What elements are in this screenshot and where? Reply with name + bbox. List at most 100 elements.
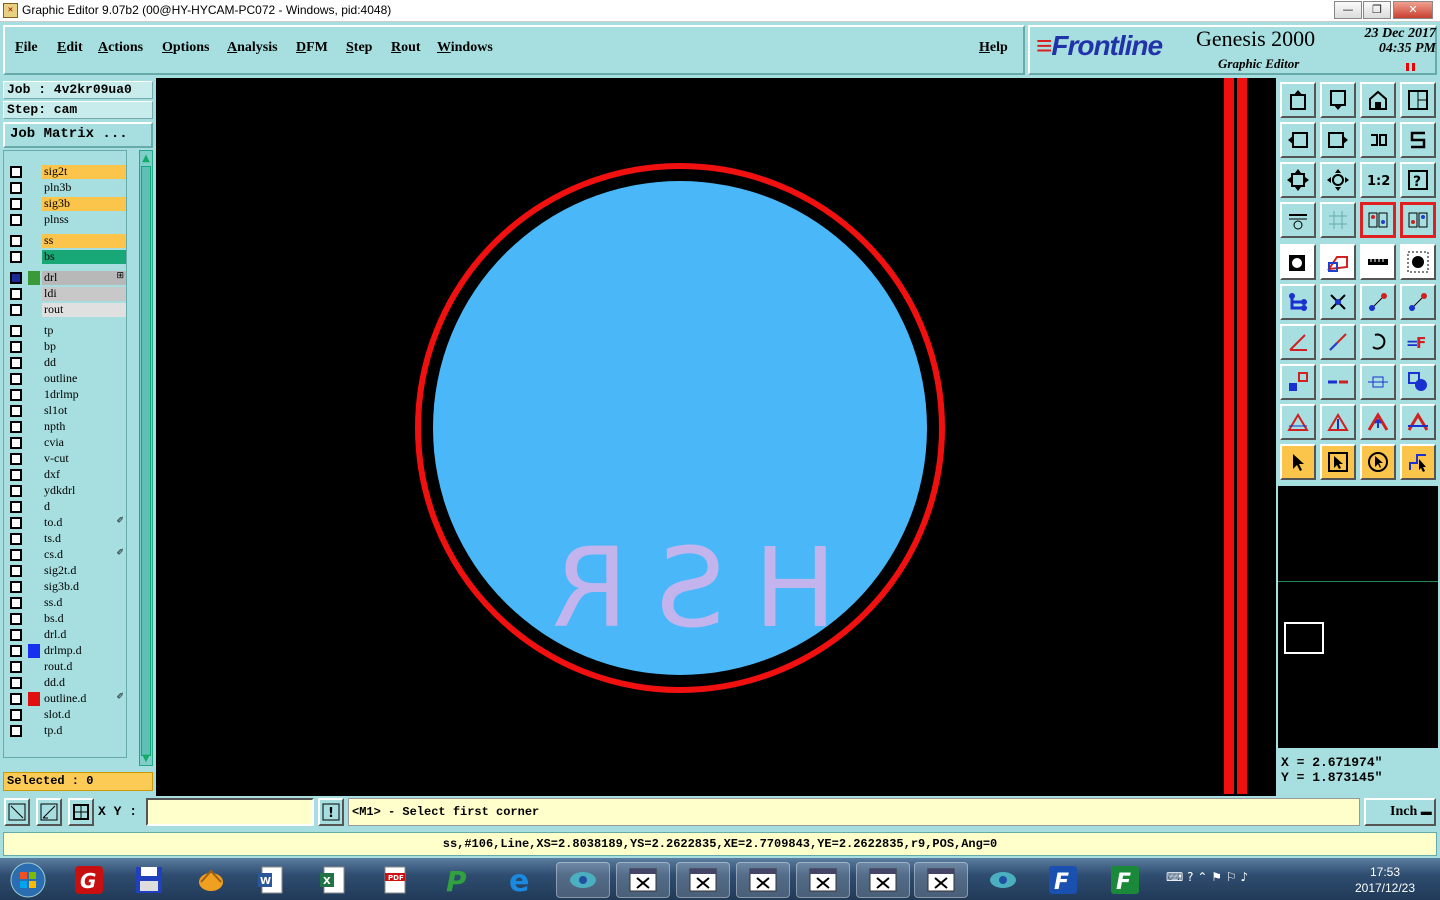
taskbar-ie-icon[interactable]: e [494,862,548,898]
layer-checkbox[interactable] [10,501,22,513]
layer-checkbox[interactable] [10,357,22,369]
layer-checkbox[interactable] [10,325,22,337]
ruler-icon[interactable] [1360,244,1396,280]
layer-checkbox[interactable] [10,373,22,385]
layer-checkbox[interactable] [10,389,22,401]
layer-row[interactable]: slot.d [6,708,126,722]
menu-options[interactable]: Options [162,40,209,56]
layer-row[interactable]: tp.d [6,724,126,738]
layer-name[interactable]: dd [42,356,126,370]
select-circle-icon[interactable] [1360,444,1396,480]
zoom-area-icon[interactable] [36,798,62,826]
layer-name[interactable]: pln3b [42,181,126,195]
layer-name[interactable]: drlmp.d [42,644,126,658]
layer-checkbox[interactable] [10,421,22,433]
layer-checkbox[interactable] [10,661,22,673]
layer-name[interactable]: sig2t [42,165,126,179]
layer-checkbox[interactable] [10,235,22,247]
taskbar-window-1-icon[interactable] [616,862,670,898]
layer-name[interactable]: ss.d [42,596,126,610]
home-icon[interactable] [1360,82,1396,118]
slope-line-icon[interactable] [1320,324,1356,360]
taskbar-eye-app-2-icon[interactable] [976,862,1030,898]
layer-name[interactable]: bp [42,340,126,354]
layer-row[interactable]: ydkdrl [6,484,126,498]
menu-step[interactable]: Step [346,40,372,56]
line-add-icon[interactable] [1360,284,1396,320]
menu-analysis[interactable]: Analysis [227,40,278,56]
snap-icon[interactable] [1400,122,1436,158]
layer-checkbox[interactable] [10,453,22,465]
line-move-icon[interactable] [1400,284,1436,320]
move-right-icon[interactable] [1320,122,1356,158]
taskbar-window-4-icon[interactable] [796,862,850,898]
network-icon[interactable]: ⚑ [1211,870,1222,884]
layer-row[interactable]: npth [6,420,126,434]
taskbar-word-icon[interactable]: W [244,862,298,898]
layer-checkbox[interactable] [10,549,22,561]
overview-viewport[interactable] [1284,622,1324,654]
layer-checkbox[interactable] [10,597,22,609]
layer-checkbox[interactable] [10,198,22,210]
move-left-icon[interactable] [1280,122,1316,158]
layer-name[interactable]: plnss [42,213,126,227]
layer-checkbox[interactable] [10,629,22,641]
layer-name[interactable]: rout [42,303,126,317]
system-tray[interactable]: ⌨ ? ⌃ ⚑ ⚐ ♪ [1166,870,1248,884]
delete-cross-icon[interactable] [1320,284,1356,320]
unit-selector[interactable]: Inch ▬ [1364,798,1436,826]
taskbar-clock[interactable]: 17:53 2017/12/23 [1350,864,1420,896]
layer-checkbox[interactable] [10,182,22,194]
layer-row[interactable]: ldi [6,287,126,301]
layer-name[interactable]: outline.d [42,692,126,706]
layer-row[interactable]: drlmp.d [6,644,126,658]
scrollbar-thumb[interactable] [141,166,151,756]
overview-map[interactable] [1278,486,1438,748]
layer-name[interactable]: sig2t.d [42,564,126,578]
layer-row[interactable]: sl1ot [6,404,126,418]
taskbar-shell-icon[interactable] [184,862,238,898]
scale-1-2-icon[interactable]: 1:2 [1360,162,1396,198]
layer-checkbox[interactable] [10,533,22,545]
layer-row[interactable]: to.d ✐ [6,516,126,530]
layer-row[interactable]: ts.d [6,532,126,546]
layer-row[interactable]: ss [6,234,126,248]
layer-name[interactable]: dxf [42,468,126,482]
layer-name[interactable]: ldi [42,287,126,301]
layer-row[interactable]: sig2t [6,165,126,179]
layer-name[interactable]: tp.d [42,724,126,738]
layer-name[interactable]: ts.d [42,532,126,546]
layer-row[interactable]: v-cut [6,452,126,466]
layer-row[interactable]: cs.d ✐ [6,548,126,562]
minimize-button[interactable]: — [1334,1,1362,19]
layer-row[interactable]: bs.d [6,612,126,626]
menu-rout[interactable]: Rout [391,40,421,56]
alert-icon[interactable]: ! [318,798,344,826]
text-add-icon[interactable]: = F [1400,324,1436,360]
rotate-icon[interactable] [1360,122,1396,158]
layer-checkbox[interactable] [10,341,22,353]
layer-row[interactable]: bs [6,250,126,264]
help-query-icon[interactable]: ? [1400,162,1436,198]
triangle-base-icon[interactable] [1400,404,1436,440]
layer-name[interactable]: d [42,500,126,514]
layer-checkbox[interactable] [10,565,22,577]
dimension-icon[interactable] [1360,364,1396,400]
zoom-fit-icon[interactable] [1280,162,1316,198]
zoom-window-icon[interactable] [4,798,30,826]
layer-checkbox[interactable] [10,288,22,300]
start-button[interactable] [2,862,54,898]
layer-row[interactable]: pln3b [6,181,126,195]
layer-name[interactable]: npth [42,420,126,434]
tray-expand-icon[interactable]: ⌃ [1197,870,1207,884]
xy-input[interactable] [146,798,314,826]
taskbar-save-icon[interactable] [122,862,176,898]
move-down-icon[interactable] [1320,82,1356,118]
layer-checkbox[interactable] [10,645,22,657]
layer-row[interactable]: d [6,500,126,514]
taskbar-excel-icon[interactable]: X [306,862,360,898]
layer-row[interactable]: tp [6,324,126,338]
layer-row[interactable]: sig3b.d [6,580,126,594]
layer-checkbox[interactable] [10,405,22,417]
layer-name[interactable]: cs.d [42,548,126,562]
